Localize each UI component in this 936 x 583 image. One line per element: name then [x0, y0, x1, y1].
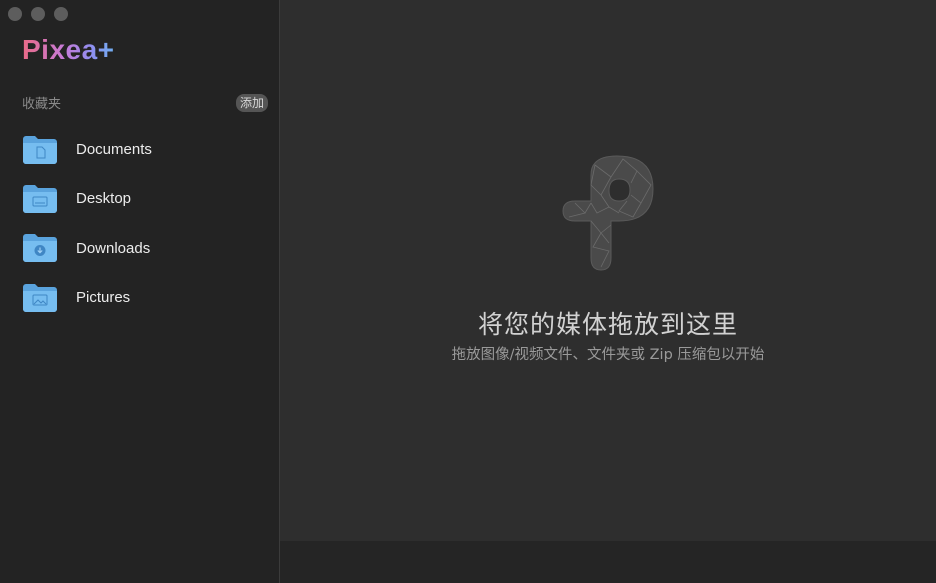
drop-area[interactable]: 将您的媒体拖放到这里 拖放图像/视频文件、文件夹或 Zip 压缩包以开始 [280, 0, 936, 583]
documents-folder-icon [22, 135, 58, 165]
drop-title: 将您的媒体拖放到这里 [477, 310, 738, 339]
app-window: Pixea+ 收藏夹 添加 Documents Desktop Download… [0, 0, 936, 583]
desktop-folder-icon [22, 184, 58, 214]
favorite-item-desktop[interactable]: Desktop [22, 174, 272, 223]
pixea-logo-icon [562, 155, 654, 271]
favorites-list: Documents Desktop Downloads Pictures [22, 125, 272, 322]
minimize-window-button[interactable] [31, 7, 45, 21]
favorite-label: Downloads [76, 239, 151, 257]
pictures-folder-icon [22, 283, 58, 313]
favorites-header: 收藏夹 添加 [22, 93, 268, 112]
favorite-item-documents[interactable]: Documents [22, 125, 272, 174]
bottom-bar [280, 541, 936, 583]
app-logo: Pixea+ [22, 34, 115, 65]
zoom-window-button[interactable] [54, 7, 68, 21]
favorite-label: Pictures [76, 289, 131, 307]
close-window-button[interactable] [8, 7, 22, 21]
sidebar: Pixea+ 收藏夹 添加 Documents Desktop Download… [0, 0, 280, 583]
window-controls [8, 7, 68, 21]
favorite-label: Documents [76, 141, 152, 159]
favorites-title: 收藏夹 [22, 97, 62, 112]
downloads-folder-icon [22, 233, 58, 263]
drop-subtitle: 拖放图像/视频文件、文件夹或 Zip 压缩包以开始 [451, 347, 765, 363]
add-favorite-button[interactable]: 添加 [235, 93, 268, 112]
favorite-item-pictures[interactable]: Pictures [22, 273, 272, 322]
favorite-item-downloads[interactable]: Downloads [22, 224, 272, 273]
favorite-label: Desktop [76, 190, 132, 208]
